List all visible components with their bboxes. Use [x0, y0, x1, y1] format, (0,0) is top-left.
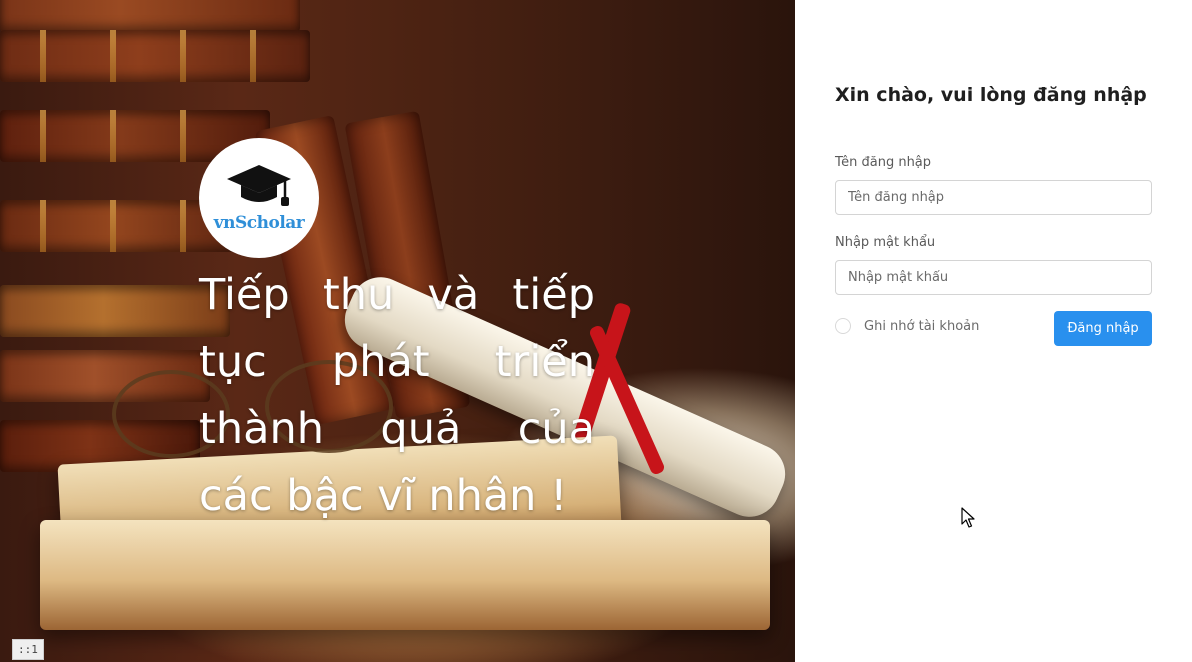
book-spine: [0, 30, 310, 82]
password-input[interactable]: [835, 260, 1152, 295]
book-spine: [0, 0, 300, 32]
graduation-cap-icon: [225, 163, 293, 211]
login-page: vnScholar Tiếp thu và tiếp tục phát triể…: [0, 0, 1192, 662]
password-label: Nhập mật khẩu: [835, 235, 936, 250]
mouse-cursor-icon: [961, 507, 975, 534]
remember-checkbox[interactable]: Ghi nhớ tài khoản: [835, 318, 979, 334]
login-panel: Xin chào, vui lòng đăng nhập Tên đăng nh…: [795, 0, 1192, 662]
logo: vnScholar: [199, 138, 319, 258]
login-title: Xin chào, vui lòng đăng nhập: [835, 84, 1147, 106]
book-spine: [0, 285, 230, 337]
login-button[interactable]: Đăng nhập: [1054, 311, 1152, 346]
username-label: Tên đăng nhập: [835, 155, 932, 170]
hero-panel: vnScholar Tiếp thu và tiếp tục phát triể…: [0, 0, 795, 662]
open-book: [40, 520, 770, 630]
corner-badge: ::1: [12, 639, 44, 660]
remember-radio-icon[interactable]: [835, 318, 851, 334]
logo-text: vnScholar: [213, 213, 305, 233]
hero-tagline: Tiếp thu và tiếp tục phát triển thành qu…: [199, 270, 595, 521]
remember-label: Ghi nhớ tài khoản: [864, 318, 980, 334]
username-input[interactable]: [835, 180, 1152, 215]
